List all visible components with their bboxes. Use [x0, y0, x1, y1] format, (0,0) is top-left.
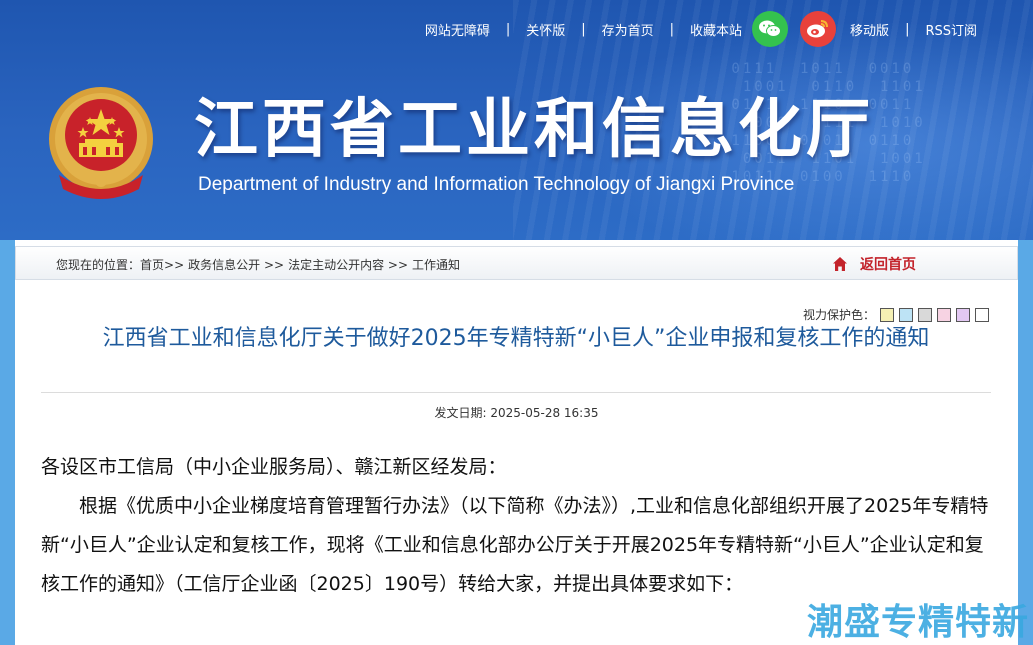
mobile-version-link[interactable]: 移动版 — [846, 20, 893, 39]
breadcrumb-item-gov-info[interactable]: 政务信息公开 >> — [188, 258, 284, 272]
vision-swatch-yellow[interactable] — [880, 307, 895, 322]
bookmark-link[interactable]: 收藏本站 — [686, 20, 746, 39]
watermark-text: 潮盛专精特新 — [806, 602, 1029, 643]
care-version-link[interactable]: 关怀版 — [522, 20, 569, 39]
vision-swatch-purple[interactable] — [956, 307, 971, 322]
site-title: 江西省工业和信息化厅 — [194, 93, 874, 167]
breadcrumb: 您现在的位置：首页>> 政务信息公开 >> 法定主动公开内容 >> 工作通知 — [56, 256, 464, 273]
accessibility-link[interactable]: 网站无障碍 — [421, 20, 494, 39]
back-home-label: 返回首页 — [860, 257, 916, 273]
weibo-icon[interactable] — [800, 11, 837, 47]
article-salutation: 各设区市工信局（中小企业服务局）、赣江新区经发局： — [41, 456, 507, 478]
vision-protection-colors: 视力保护色： — [803, 306, 990, 323]
site-banner: 0111 1011 0010 1001 0110 1101 0101 1110 … — [0, 0, 1033, 240]
vision-swatch-white[interactable] — [975, 307, 990, 322]
set-homepage-link[interactable]: 存为首页 — [598, 20, 658, 39]
site-subtitle: Department of Industry and Information T… — [198, 174, 795, 195]
home-icon — [833, 257, 847, 271]
article-body: 各设区市工信局（中小企业服务局）、赣江新区经发局： 根据《优质中小企业梯度培育管… — [41, 448, 993, 604]
rss-link[interactable]: RSS订阅 — [921, 20, 981, 39]
breadcrumb-item-home[interactable]: 首页>> — [140, 258, 184, 272]
national-emblem-icon — [45, 85, 157, 201]
article-paragraph: 根据《优质中小企业梯度培育管理暂行办法》（以下简称《办法》）,工业和信息化部组织… — [41, 495, 989, 595]
article-title: 江西省工业和信息化厅关于做好2025年专精特新“小巨人”企业申报和复核工作的通知 — [102, 326, 930, 351]
publish-date: 发文日期: 2025-05-28 16:35 — [434, 406, 599, 420]
vision-swatch-pink[interactable] — [937, 307, 952, 322]
breadcrumb-item-work-notice[interactable]: 工作通知 — [412, 258, 460, 272]
breadcrumb-bar: 您现在的位置：首页>> 政务信息公开 >> 法定主动公开内容 >> 工作通知 返回首页 — [15, 246, 1018, 280]
content-panel: 您现在的位置：首页>> 政务信息公开 >> 法定主动公开内容 >> 工作通知 返回首页… — [15, 240, 1018, 645]
top-links: 网站无障碍 | 关怀版 | 存为首页 | 收藏本站 移动版 | RSS订阅 — [421, 11, 981, 47]
vision-swatch-gray[interactable] — [918, 307, 933, 322]
wechat-icon[interactable] — [752, 11, 789, 47]
breadcrumb-item-public-content[interactable]: 法定主动公开内容 >> — [288, 258, 408, 272]
title-divider — [41, 392, 991, 393]
vision-label: 视力保护色： — [803, 308, 876, 322]
breadcrumb-prefix: 您现在的位置： — [56, 258, 141, 272]
vision-swatch-blue[interactable] — [899, 307, 914, 322]
back-home-button[interactable]: 返回首页 — [832, 254, 916, 274]
